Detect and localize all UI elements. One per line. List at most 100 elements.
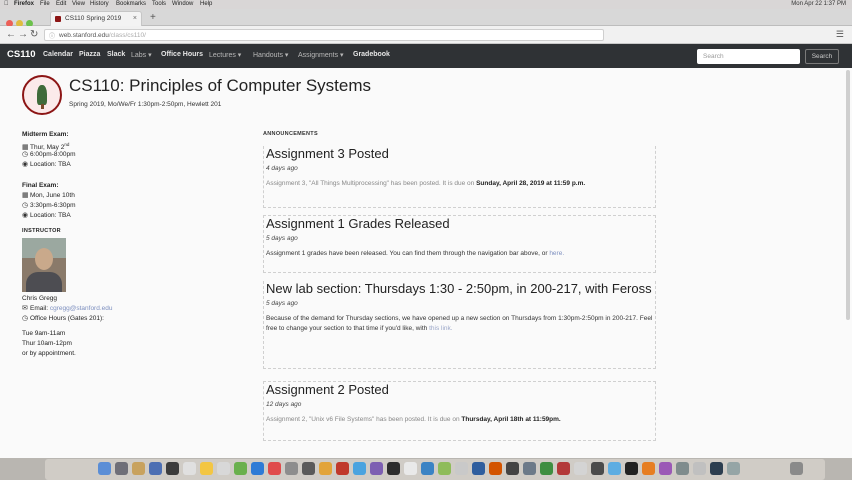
- app-icon[interactable]: [557, 462, 570, 475]
- app-icon[interactable]: [727, 462, 740, 475]
- app-icon[interactable]: [438, 462, 451, 475]
- announcement-age: 5 days ago: [266, 235, 298, 242]
- menu-view[interactable]: View: [72, 0, 85, 9]
- midterm-heading: Midterm Exam:: [22, 131, 69, 138]
- tab-strip: CS110 Spring 2019 × +: [0, 9, 852, 27]
- app-icon[interactable]: [132, 462, 145, 475]
- nav-piazza[interactable]: Piazza: [79, 51, 100, 58]
- trash-icon[interactable]: [790, 462, 803, 475]
- finder-icon[interactable]: [98, 462, 111, 475]
- menu-bookmarks[interactable]: Bookmarks: [116, 0, 146, 9]
- app-icon[interactable]: [166, 462, 179, 475]
- browser-tab[interactable]: CS110 Spring 2019 ×: [50, 11, 142, 26]
- url-bar[interactable]: ⓘ web.stanford.edu/class/cs110/: [44, 29, 604, 41]
- app-icon[interactable]: [251, 462, 264, 475]
- nav-assignments-dropdown[interactable]: Assignments ▾: [298, 51, 344, 59]
- hamburger-menu-icon[interactable]: ☰: [836, 29, 844, 40]
- info-icon[interactable]: ⓘ: [49, 32, 55, 43]
- app-icon[interactable]: [149, 462, 162, 475]
- app-icon[interactable]: [234, 462, 247, 475]
- instructor-heading: INSTRUCTOR: [22, 228, 61, 234]
- menu-file[interactable]: File: [40, 0, 50, 9]
- instructor-name: Chris Gregg: [22, 295, 58, 302]
- app-icon[interactable]: [200, 462, 213, 475]
- forward-arrow-icon[interactable]: →: [18, 28, 28, 41]
- nav-gradebook[interactable]: Gradebook: [353, 51, 390, 58]
- sidebar-info: Midterm Exam: ▦Thur, May 2nd ◷ 6:00pm-8:0…: [22, 130, 222, 359]
- app-icon[interactable]: [183, 462, 196, 475]
- app-icon[interactable]: [676, 462, 689, 475]
- app-icon[interactable]: [540, 462, 553, 475]
- app-icon[interactable]: [268, 462, 281, 475]
- mac-menu-bar:  Firefox File Edit View History Bookmar…: [0, 0, 852, 9]
- instructor-email: ✉ Email: cgregg@stanford.edu: [22, 305, 113, 312]
- app-icon[interactable]: [523, 462, 536, 475]
- nav-labs-dropdown[interactable]: Labs ▾: [131, 51, 152, 59]
- app-icon[interactable]: [472, 462, 485, 475]
- app-icon[interactable]: [455, 462, 468, 475]
- app-icon[interactable]: [710, 462, 723, 475]
- app-icon[interactable]: [642, 462, 655, 475]
- clock-icon: ◷: [22, 202, 29, 209]
- announcement-body: Because of the demand for Thursday secti…: [266, 315, 653, 332]
- app-icon[interactable]: [506, 462, 519, 475]
- final-location: ◉ Location: TBA: [22, 212, 71, 219]
- app-icon[interactable]: [285, 462, 298, 475]
- menu-clock[interactable]: Mon Apr 22 1:37 PM: [791, 0, 846, 9]
- app-icon[interactable]: [625, 462, 638, 475]
- page-title: CS110: Principles of Computer Systems: [69, 76, 372, 95]
- menu-help[interactable]: Help: [200, 0, 212, 9]
- url-path: /class/cs110/: [108, 32, 146, 39]
- this-link[interactable]: this link.: [429, 325, 452, 332]
- app-icon[interactable]: [574, 462, 587, 475]
- new-tab-icon[interactable]: +: [150, 12, 156, 24]
- app-icon[interactable]: [387, 462, 400, 475]
- nav-handouts-dropdown[interactable]: Handouts ▾: [253, 51, 288, 59]
- app-icon[interactable]: [693, 462, 706, 475]
- back-arrow-icon[interactable]: ←: [6, 28, 16, 41]
- menu-history[interactable]: History: [90, 0, 109, 9]
- nav-office-hours[interactable]: Office Hours: [161, 51, 203, 58]
- menu-edit[interactable]: Edit: [56, 0, 66, 9]
- app-icon[interactable]: [336, 462, 349, 475]
- stanford-favicon-icon: [55, 16, 61, 22]
- office-hours-label: ◷ Office Hours (Gates 201):: [22, 315, 104, 322]
- menu-app-name[interactable]: Firefox: [14, 0, 34, 9]
- nav-lectures-dropdown[interactable]: Lectures ▾: [209, 51, 241, 59]
- search-input[interactable]: Search: [697, 49, 800, 64]
- app-icon[interactable]: [217, 462, 230, 475]
- location-pin-icon: ◉: [22, 161, 29, 168]
- reload-icon[interactable]: ↻: [30, 28, 38, 41]
- menu-tools[interactable]: Tools: [152, 0, 166, 9]
- menu-window[interactable]: Window: [172, 0, 193, 9]
- apple-icon[interactable]: : [4, 0, 9, 9]
- app-icon[interactable]: [302, 462, 315, 475]
- office-hours-line: or by appointment.: [22, 350, 76, 357]
- announcements-heading: ANNOUNCEMENTS: [263, 131, 318, 137]
- app-icon[interactable]: [370, 462, 383, 475]
- nav-calendar[interactable]: Calendar: [43, 51, 73, 58]
- announcement-body: Assignment 2, "Unix v6 File Systems" has…: [266, 416, 561, 423]
- app-icon[interactable]: [489, 462, 502, 475]
- app-icon[interactable]: [421, 462, 434, 475]
- announcement-title: Assignment 3 Posted: [266, 146, 389, 161]
- app-icon[interactable]: [404, 462, 417, 475]
- app-icon[interactable]: [353, 462, 366, 475]
- close-tab-icon[interactable]: ×: [133, 12, 137, 26]
- app-icon[interactable]: [591, 462, 604, 475]
- here-link[interactable]: here.: [549, 250, 564, 257]
- launchpad-icon[interactable]: [115, 462, 128, 475]
- app-icon[interactable]: [659, 462, 672, 475]
- email-link[interactable]: cgregg@stanford.edu: [50, 305, 113, 312]
- app-icon[interactable]: [608, 462, 621, 475]
- search-button[interactable]: Search: [805, 49, 839, 64]
- dock-plate: [45, 459, 825, 480]
- page-scrollbar[interactable]: [846, 70, 850, 320]
- envelope-icon: ✉: [22, 305, 28, 312]
- app-icon[interactable]: [319, 462, 332, 475]
- brand-link[interactable]: CS110: [7, 49, 36, 60]
- announcement-age: 12 days ago: [266, 401, 302, 408]
- nav-slack[interactable]: Slack: [107, 51, 125, 58]
- midterm-time: ◷ 6:00pm-8:00pm: [22, 151, 76, 158]
- midterm-date: ▦Thur, May 2nd: [22, 142, 70, 152]
